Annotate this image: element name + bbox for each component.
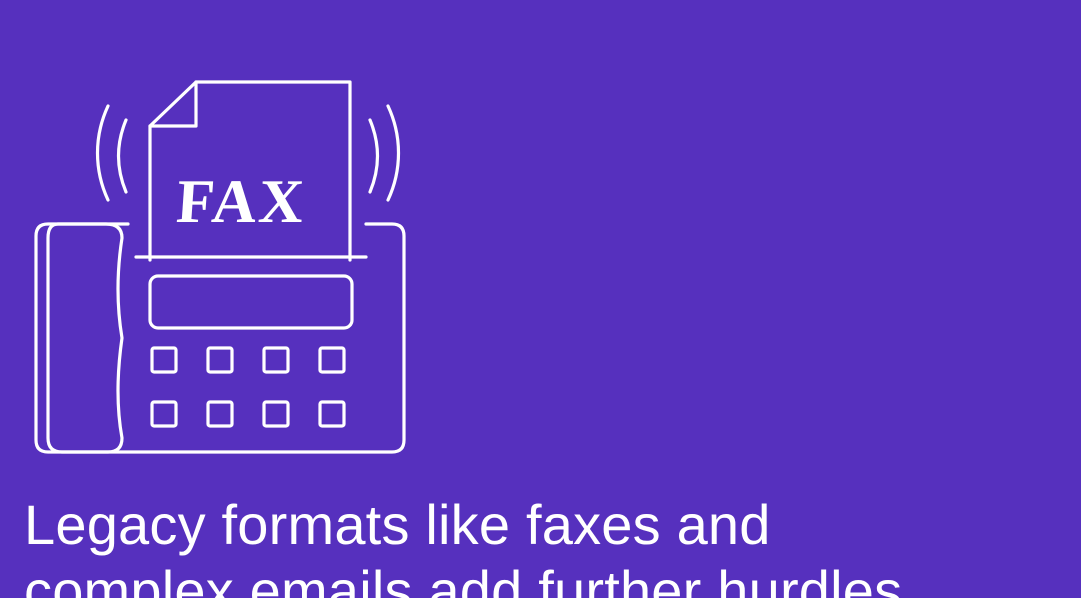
slide-canvas: FAX Legacy formats like faxes and comple… — [0, 0, 1081, 598]
headline: Legacy formats like faxes and complex em… — [24, 492, 902, 598]
headline-line-1: Legacy formats like faxes and — [24, 493, 771, 556]
signal-wave-left-outer-icon — [95, 104, 110, 202]
fax-body-icon — [34, 222, 406, 454]
fax-paper-text: FAX — [174, 168, 308, 236]
fax-keypad — [150, 346, 346, 428]
fax-display-screen — [148, 274, 354, 330]
signal-wave-right-outer-icon — [386, 104, 401, 202]
headline-line-2: complex emails add further hurdles — [24, 559, 903, 598]
fax-machine-icon: FAX — [34, 80, 406, 454]
signal-wave-left-inner-icon — [116, 118, 128, 194]
handset-icon — [46, 222, 124, 454]
signal-wave-right-inner-icon — [368, 118, 380, 194]
